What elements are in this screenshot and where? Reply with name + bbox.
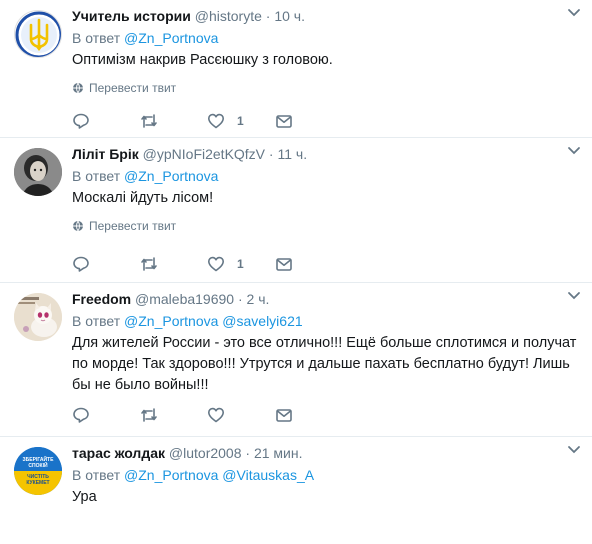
tweet-header: Учитель истории @historyte · 10 ч. bbox=[72, 6, 582, 26]
envelope-icon bbox=[275, 115, 292, 128]
like-button[interactable]: 1 bbox=[207, 112, 275, 130]
retweet-icon bbox=[140, 257, 157, 271]
globe-icon bbox=[73, 220, 83, 232]
retweet-button[interactable] bbox=[140, 112, 208, 130]
separator-dot: · bbox=[265, 8, 271, 24]
author-handle[interactable]: @historyte bbox=[195, 8, 262, 24]
tweet-body: Ліліт Брік @ypNIoFi2etKQfzV · 11 ч. В от… bbox=[72, 144, 582, 233]
svg-text:ЗБЕРІГАЙТЕ: ЗБЕРІГАЙТЕ bbox=[23, 455, 55, 463]
tweet-body: тарас жолдак @lutor2008 · 21 мин. В отве… bbox=[72, 443, 582, 508]
svg-text:КУКЕМЕТ: КУКЕМЕТ bbox=[26, 480, 49, 486]
tweet-body: Учитель истории @historyte · 10 ч. В отв… bbox=[72, 6, 582, 95]
like-button[interactable]: 1 bbox=[207, 255, 275, 273]
trident-emblem-icon bbox=[15, 11, 61, 57]
reply-prefix: В ответ bbox=[72, 467, 121, 483]
reply-button[interactable] bbox=[72, 406, 140, 424]
heart-icon bbox=[208, 256, 224, 272]
avatar[interactable] bbox=[14, 293, 62, 341]
reply-prefix: В ответ bbox=[72, 313, 121, 329]
tweet[interactable]: Ліліт Брік @ypNIoFi2etKQfzV · 11 ч. В от… bbox=[0, 138, 592, 283]
reply-button[interactable] bbox=[72, 112, 140, 130]
tweet[interactable]: Учитель истории @historyte · 10 ч. В отв… bbox=[0, 0, 592, 138]
tweet-text: Москалі йдуть лісом! bbox=[72, 190, 214, 206]
author-name[interactable]: Freedom bbox=[72, 291, 131, 307]
chevron-down-icon[interactable] bbox=[564, 439, 584, 459]
timestamp[interactable]: 2 ч. bbox=[247, 291, 270, 307]
action-bar: 1 bbox=[72, 111, 342, 131]
reply-prefix: В ответ bbox=[72, 30, 121, 46]
translate-link[interactable]: Перевести твит bbox=[72, 219, 582, 233]
avatar[interactable]: ЗБЕРІГАЙТЕ СПОКІЙ ЧИСТІТЬ КУКЕМЕТ bbox=[14, 447, 62, 495]
reply-icon bbox=[73, 113, 89, 129]
timestamp[interactable]: 21 мин. bbox=[254, 445, 303, 461]
tweet-header: Ліліт Брік @ypNIoFi2etKQfzV · 11 ч. bbox=[72, 144, 582, 164]
message-button[interactable] bbox=[275, 255, 343, 273]
mention-link[interactable]: @Zn_Portnova bbox=[124, 168, 218, 184]
retweet-button[interactable] bbox=[140, 255, 208, 273]
tweet-text: Ура bbox=[72, 489, 97, 505]
translate-label: Перевести твит bbox=[89, 219, 177, 233]
calm-badge-icon: ЗБЕРІГАЙТЕ СПОКІЙ ЧИСТІТЬ КУКЕМЕТ bbox=[14, 447, 62, 495]
message-button[interactable] bbox=[275, 406, 343, 424]
tweet[interactable]: Freedom @maleba19690 · 2 ч. В ответ @Zn_… bbox=[0, 283, 592, 437]
action-bar: 1 bbox=[72, 254, 342, 274]
cat-image-icon bbox=[14, 293, 62, 341]
chevron-down-icon[interactable] bbox=[564, 285, 584, 305]
author-name[interactable]: тарас жолдак bbox=[72, 445, 165, 461]
reply-to-line: В ответ @Zn_Portnova bbox=[72, 166, 582, 186]
heart-icon bbox=[208, 113, 224, 129]
retweet-icon bbox=[140, 408, 157, 422]
like-button[interactable] bbox=[207, 406, 275, 424]
reply-button[interactable] bbox=[72, 255, 140, 273]
message-button[interactable] bbox=[275, 112, 343, 130]
author-name[interactable]: Ліліт Брік bbox=[72, 146, 139, 162]
svg-text:СПОКІЙ: СПОКІЙ bbox=[28, 461, 48, 469]
tweet[interactable]: ЗБЕРІГАЙТЕ СПОКІЙ ЧИСТІТЬ КУКЕМЕТ тарас … bbox=[0, 437, 592, 544]
retweet-button[interactable] bbox=[140, 406, 208, 424]
timestamp[interactable]: 11 ч. bbox=[277, 146, 307, 162]
tweet-body: Freedom @maleba19690 · 2 ч. В ответ @Zn_… bbox=[72, 289, 582, 396]
author-handle[interactable]: @lutor2008 bbox=[169, 445, 242, 461]
translate-link[interactable]: Перевести твит bbox=[72, 81, 582, 95]
separator-dot: · bbox=[245, 445, 251, 461]
tweet-text: Для жителей России - это все отлично!!! … bbox=[72, 335, 577, 393]
mention-link[interactable]: @Zn_Portnova @savelyi621 bbox=[124, 313, 303, 329]
portrait-photo-icon bbox=[14, 148, 62, 196]
tweet-header: тарас жолдак @lutor2008 · 21 мин. bbox=[72, 443, 582, 463]
envelope-icon bbox=[275, 409, 292, 422]
like-count: 1 bbox=[237, 257, 244, 271]
chevron-down-icon[interactable] bbox=[564, 140, 584, 160]
heart-icon bbox=[208, 407, 224, 423]
tweet-header: Freedom @maleba19690 · 2 ч. bbox=[72, 289, 582, 309]
author-name[interactable]: Учитель истории bbox=[72, 8, 191, 24]
reply-to-line: В ответ @Zn_Portnova @savelyi621 bbox=[72, 311, 582, 331]
chevron-down-icon[interactable] bbox=[564, 2, 584, 22]
reply-icon bbox=[73, 256, 89, 272]
envelope-icon bbox=[275, 258, 292, 271]
avatar[interactable] bbox=[14, 148, 62, 196]
action-bar bbox=[72, 405, 342, 425]
translate-label: Перевести твит bbox=[89, 81, 177, 95]
globe-icon bbox=[73, 82, 83, 94]
reply-prefix: В ответ bbox=[72, 168, 121, 184]
avatar[interactable] bbox=[14, 10, 62, 58]
timestamp[interactable]: 10 ч. bbox=[274, 8, 305, 24]
author-handle[interactable]: @ypNIoFi2etKQfzV bbox=[143, 146, 265, 162]
separator-dot: · bbox=[268, 146, 274, 162]
reply-to-line: В ответ @Zn_Portnova @Vitauskas_A bbox=[72, 465, 582, 485]
reply-to-line: В ответ @Zn_Portnova bbox=[72, 28, 582, 48]
tweet-text: Оптимізм накрив Расєюшку з головою. bbox=[72, 52, 333, 68]
reply-icon bbox=[73, 407, 89, 423]
separator-dot: · bbox=[237, 291, 243, 307]
mention-link[interactable]: @Zn_Portnova bbox=[124, 30, 218, 46]
mention-link[interactable]: @Zn_Portnova @Vitauskas_A bbox=[124, 467, 314, 483]
like-count: 1 bbox=[237, 114, 244, 128]
retweet-icon bbox=[140, 114, 157, 128]
author-handle[interactable]: @maleba19690 bbox=[135, 291, 234, 307]
